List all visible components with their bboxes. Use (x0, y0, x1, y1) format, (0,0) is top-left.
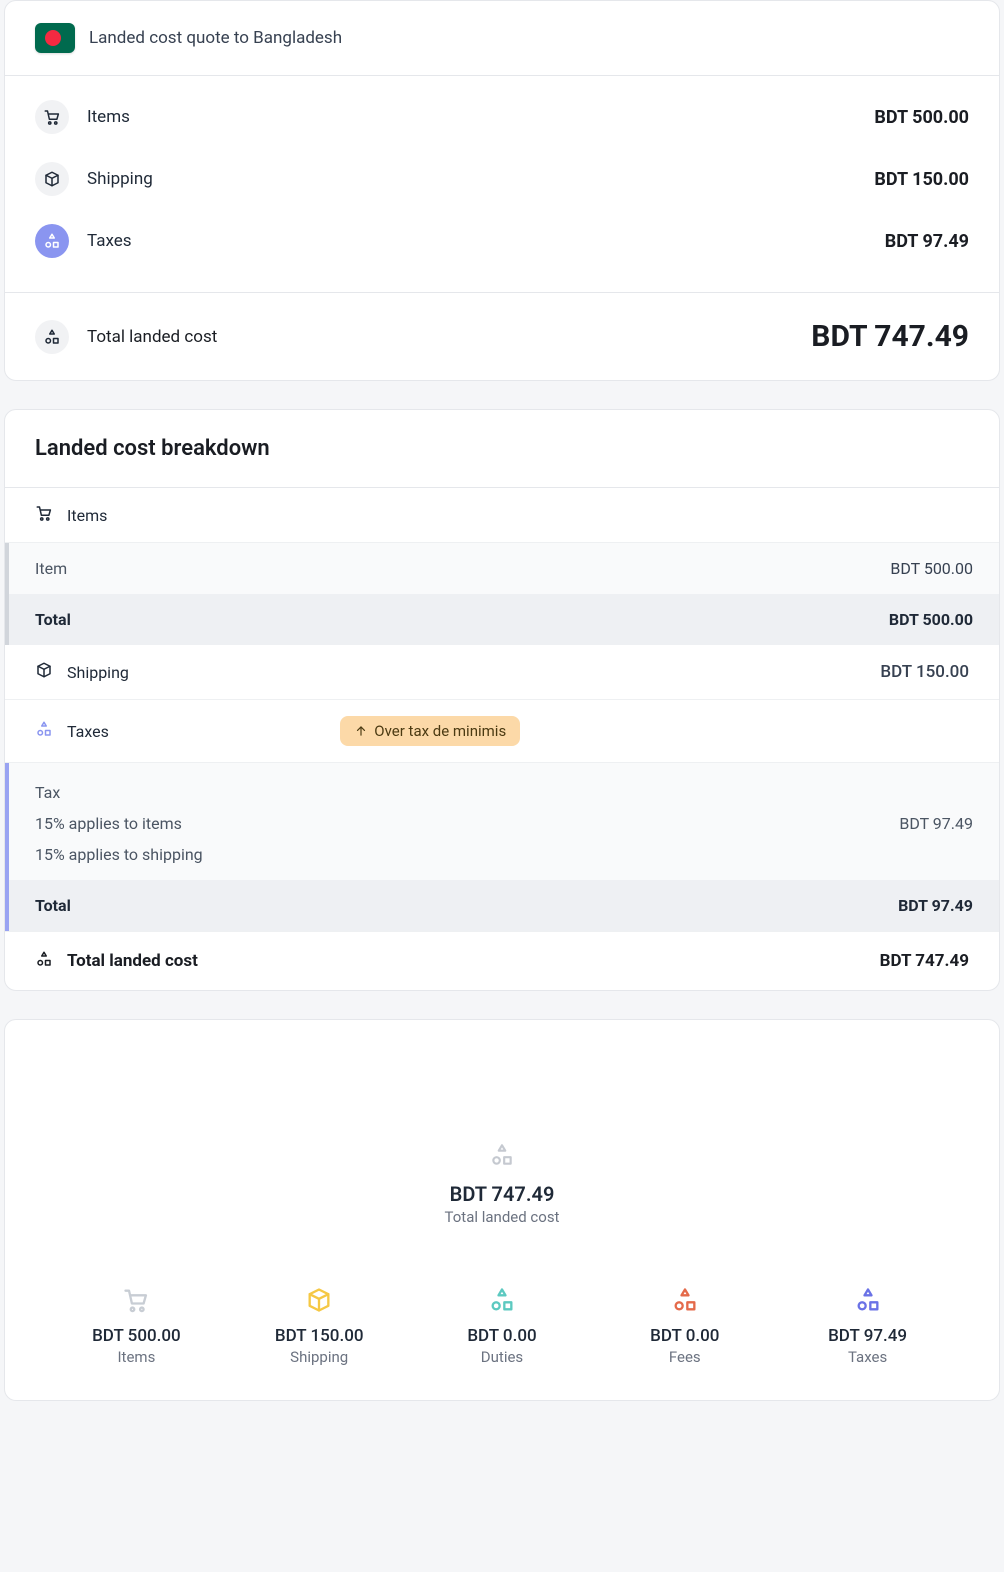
summary-title: Landed cost quote to Bangladesh (89, 28, 342, 48)
cart-icon (35, 100, 69, 134)
breakdown-final-value: BDT 747.49 (880, 951, 969, 971)
taxes-total-row: Total BDT 97.49 (9, 880, 999, 931)
shapes-icon (35, 950, 53, 972)
item-row-label: Item (35, 559, 67, 578)
summary-row-value: BDT 150.00 (874, 169, 969, 190)
breakdown-items-header: Items (5, 488, 999, 543)
badge-text: Over tax de minimis (374, 722, 506, 740)
package-icon (35, 661, 53, 683)
shapes-icon (671, 1286, 699, 1314)
package-icon (35, 162, 69, 196)
breakdown-title: Landed cost breakdown (5, 410, 999, 488)
legend-caption: Fees (615, 1348, 755, 1366)
tax-line-label: 15% applies to shipping (35, 845, 203, 864)
de-minimis-badge: Over tax de minimis (340, 716, 520, 746)
legend-amount: BDT 97.49 (798, 1326, 938, 1346)
legend-caption: Items (66, 1348, 206, 1366)
legend-items: BDT 500.00 Items (66, 1286, 206, 1366)
legend-amount: BDT 0.00 (432, 1326, 572, 1346)
shapes-icon (35, 320, 69, 354)
items-total-row: Total BDT 500.00 (9, 594, 999, 645)
tax-block: Tax 15% applies to items BDT 97.49 15% a… (9, 763, 999, 880)
breakdown-taxes-header: Taxes Over tax de minimis (5, 700, 999, 763)
summary-row-label: Shipping (87, 169, 153, 189)
summary-total-row: Total landed cost BDT 747.49 (5, 292, 999, 380)
summary-row-taxes: Taxes BDT 97.49 (35, 210, 969, 272)
cart-icon (35, 504, 53, 526)
gauge-sublabel: Total landed cost (302, 1208, 702, 1226)
breakdown-final-row: Total landed cost BDT 747.49 (5, 931, 999, 990)
flag-bangladesh-icon (35, 23, 75, 53)
summary-total-label: Total landed cost (87, 327, 217, 347)
gauge-amount: BDT 747.49 (302, 1182, 702, 1206)
arrow-up-icon (354, 724, 368, 738)
legend-amount: BDT 150.00 (249, 1326, 389, 1346)
items-total-label: Total (35, 610, 71, 629)
shapes-icon (854, 1286, 882, 1314)
breakdown-shipping-row: Shipping BDT 150.00 (5, 645, 999, 700)
breakdown-taxes-label: Taxes (67, 722, 109, 741)
summary-row-value: BDT 97.49 (885, 231, 969, 252)
gauge-chart: BDT 747.49 Total landed cost (302, 1050, 702, 1250)
item-row: Item BDT 500.00 (9, 543, 999, 594)
tax-line: 15% applies to shipping (35, 839, 973, 870)
legend-duties: BDT 0.00 Duties (432, 1286, 572, 1366)
shapes-icon (35, 224, 69, 258)
tax-line-value: BDT 97.49 (899, 814, 973, 833)
item-row-value: BDT 500.00 (890, 559, 973, 578)
tax-heading-label: Tax (35, 783, 60, 802)
summary-total-value: BDT 747.49 (811, 319, 969, 354)
breakdown-final-label: Total landed cost (67, 951, 198, 971)
legend-caption: Duties (432, 1348, 572, 1366)
breakdown-card: Landed cost breakdown Items Item BDT 500… (4, 409, 1000, 991)
breakdown-shipping-label: Shipping (67, 663, 129, 682)
summary-header: Landed cost quote to Bangladesh (5, 1, 999, 76)
taxes-total-label: Total (35, 896, 71, 915)
chart-card: BDT 747.49 Total landed cost BDT 500.00 … (4, 1019, 1000, 1401)
gauge-wrap: BDT 747.49 Total landed cost (5, 1050, 999, 1250)
package-icon (305, 1286, 333, 1314)
legend-amount: BDT 0.00 (615, 1326, 755, 1346)
legend-taxes: BDT 97.49 Taxes (798, 1286, 938, 1366)
chart-legend: BDT 500.00 Items BDT 150.00 Shipping BDT… (5, 1250, 999, 1370)
summary-row-shipping: Shipping BDT 150.00 (35, 148, 969, 210)
tax-line-label: 15% applies to items (35, 814, 182, 833)
summary-row-value: BDT 500.00 (874, 107, 969, 128)
legend-amount: BDT 500.00 (66, 1326, 206, 1346)
summary-row-label: Items (87, 107, 130, 127)
summary-rows: Items BDT 500.00 Shipping BDT 150.00 Tax… (5, 76, 999, 292)
gauge-center: BDT 747.49 Total landed cost (302, 1142, 702, 1226)
shapes-icon (35, 720, 53, 742)
legend-caption: Taxes (798, 1348, 938, 1366)
breakdown-items-label: Items (67, 506, 107, 525)
legend-caption: Shipping (249, 1348, 389, 1366)
summary-row-items: Items BDT 500.00 (35, 86, 969, 148)
summary-card: Landed cost quote to Bangladesh Items BD… (4, 0, 1000, 381)
breakdown-shipping-value: BDT 150.00 (880, 662, 969, 682)
tax-heading: Tax (35, 777, 973, 808)
summary-row-label: Taxes (87, 231, 132, 251)
shapes-icon (489, 1153, 515, 1172)
legend-shipping: BDT 150.00 Shipping (249, 1286, 389, 1366)
taxes-subtable: Tax 15% applies to items BDT 97.49 15% a… (5, 763, 999, 931)
items-subtable: Item BDT 500.00 Total BDT 500.00 (5, 543, 999, 645)
shapes-icon (488, 1286, 516, 1314)
legend-fees: BDT 0.00 Fees (615, 1286, 755, 1366)
taxes-total-value: BDT 97.49 (898, 896, 973, 915)
tax-line: 15% applies to items BDT 97.49 (35, 808, 973, 839)
cart-icon (122, 1286, 150, 1314)
items-total-value: BDT 500.00 (889, 610, 973, 629)
